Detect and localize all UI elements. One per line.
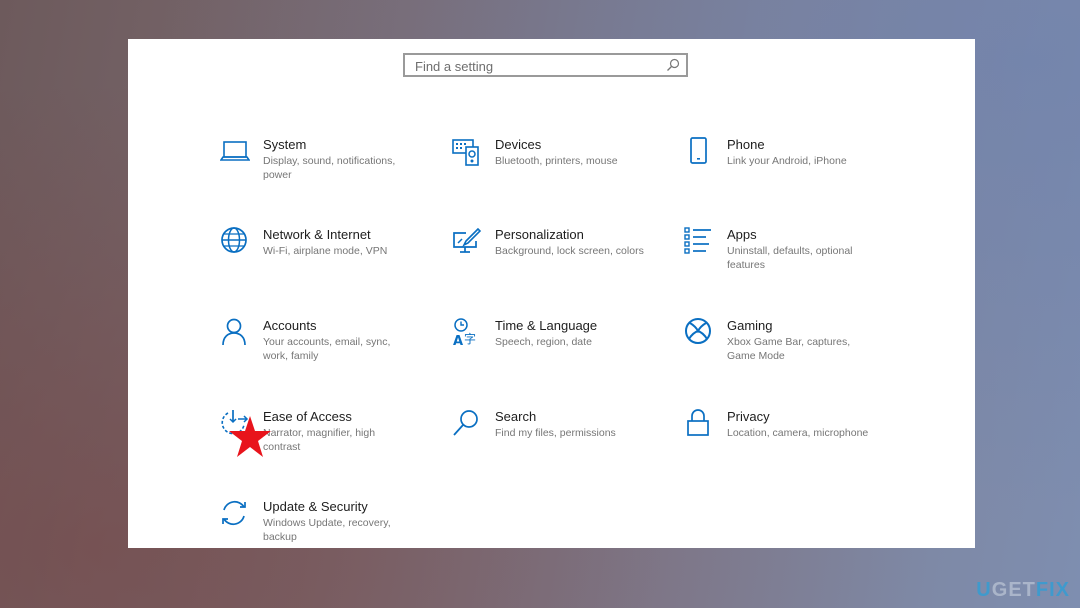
tile-personalization[interactable]: Personalization Background, lock screen,…: [452, 227, 662, 297]
tile-title: Time & Language: [495, 318, 598, 333]
tile-system[interactable]: System Display, sound, notifications, po…: [220, 137, 430, 207]
globe-icon: [221, 227, 247, 253]
tile-title: Privacy: [727, 409, 770, 424]
tile-gaming[interactable]: Gaming Xbox Game Bar, captures, Game Mod…: [684, 318, 894, 388]
tile-description: Speech, region, date: [495, 336, 592, 348]
magnifier-icon: [453, 410, 478, 436]
tile-title: Search: [495, 409, 537, 424]
tile-description: Narrator, magnifier, high contrast: [263, 427, 376, 453]
tile-description: Link your Android, iPhone: [727, 155, 847, 167]
tile-accounts[interactable]: Accounts Your accounts, email, sync, wor…: [220, 318, 430, 388]
tile-title: Network & Internet: [263, 227, 371, 242]
search-icon[interactable]: [666, 58, 680, 72]
tile-title: Ease of Access: [263, 409, 352, 424]
tile-devices[interactable]: Devices Bluetooth, printers, mouse: [452, 137, 662, 207]
watermark-g: G: [991, 579, 1009, 601]
tile-phone[interactable]: Phone Link your Android, iPhone: [684, 137, 894, 207]
search-input[interactable]: [413, 55, 657, 77]
tile-description: Wi-Fi, airplane mode, VPN: [263, 245, 388, 257]
laptop-icon: [220, 141, 250, 161]
tile-time-language[interactable]: A 字 Time & Language Speech, region, date: [452, 318, 662, 388]
tile-apps[interactable]: Apps Uninstall, defaults, optional featu…: [684, 227, 894, 297]
red-star-annotation-icon: [229, 416, 271, 457]
xbox-icon: [685, 318, 711, 344]
watermark-u: U: [976, 579, 992, 601]
svg-text:A: A: [453, 334, 463, 348]
tile-title: Update & Security: [263, 499, 368, 514]
lock-icon: [687, 409, 709, 436]
paintbrush-icon: [453, 227, 482, 253]
tile-title: Apps: [727, 227, 757, 242]
svg-text:字: 字: [464, 331, 476, 346]
tile-title: Personalization: [495, 227, 584, 242]
ugetfix-watermark: UGETFIX: [976, 579, 1070, 602]
tile-description: Windows Update, recovery, backup: [263, 517, 391, 543]
tile-search[interactable]: Search Find my files, permissions: [452, 409, 662, 479]
tile-description: Background, lock screen, colors: [495, 245, 644, 257]
tile-title: Accounts: [263, 318, 317, 333]
tile-description: Location, camera, microphone: [727, 427, 869, 439]
watermark-t: T: [1022, 579, 1036, 601]
person-icon: [222, 318, 246, 346]
tile-description: Bluetooth, printers, mouse: [495, 155, 618, 167]
tile-description: Find my files, permissions: [495, 427, 616, 439]
settings-window: System Display, sound, notifications, po…: [128, 39, 975, 548]
time-language-icon: A 字: [453, 318, 476, 348]
sync-icon: [222, 500, 246, 526]
devices-icon: [452, 139, 479, 166]
tile-description: Uninstall, defaults, optional features: [727, 245, 853, 271]
tile-title: Devices: [495, 137, 542, 152]
tile-description: Xbox Game Bar, captures, Game Mode: [727, 336, 851, 362]
tile-network[interactable]: Network & Internet Wi-Fi, airplane mode,…: [220, 227, 430, 297]
watermark-fix: FIX: [1035, 579, 1070, 601]
tile-title: Phone: [727, 137, 765, 152]
tile-privacy[interactable]: Privacy Location, camera, microphone: [684, 409, 894, 479]
find-setting-search-box[interactable]: [403, 53, 688, 77]
tile-description: Display, sound, notifications, power: [263, 155, 396, 181]
apps-list-icon: [684, 227, 711, 254]
phone-icon: [690, 137, 707, 164]
tile-update-security[interactable]: Update & Security Windows Update, recove…: [220, 499, 430, 569]
tile-description: Your accounts, email, sync, work, family: [263, 336, 391, 362]
tile-title: System: [263, 137, 307, 152]
watermark-e: E: [1008, 579, 1023, 601]
tile-title: Gaming: [727, 318, 773, 333]
